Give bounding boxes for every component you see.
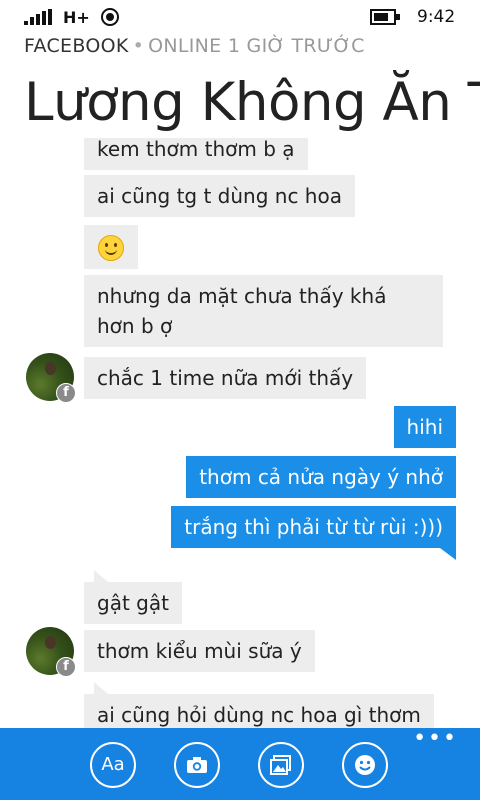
message-incoming[interactable]: ai cũng hỏi dùng nc hoa gì thơm — [84, 682, 434, 728]
message-incoming[interactable] — [84, 225, 138, 269]
message-text: kem thơm thơm b ạ — [97, 138, 295, 161]
message-text: nhưng da mặt chưa thấy khá hơn b ợ — [97, 284, 387, 338]
message-outgoing[interactable]: hihi — [393, 406, 456, 448]
font-icon: Aa — [101, 754, 125, 775]
message-text: thơm cả nửa ngày ý nhở — [199, 465, 443, 489]
message-text: gật gật — [97, 591, 169, 615]
facebook-badge-icon: f — [56, 383, 76, 403]
presence-status: ONLINE 1 GIỜ TRƯỚC — [148, 35, 365, 57]
contact-name: Lương Không Ăn T — [24, 72, 480, 133]
message-incoming[interactable]: nhưng da mặt chưa thấy khá hơn b ợ — [84, 275, 443, 347]
smiley-icon — [355, 755, 375, 775]
app-name: FACEBOOK — [24, 35, 129, 57]
emoji-button[interactable] — [342, 742, 388, 788]
message-incoming[interactable]: chắc 1 time nữa mới thấy — [84, 357, 367, 399]
message-outgoing[interactable]: thơm cả nửa ngày ý nhở — [186, 456, 456, 498]
contact-avatar[interactable]: f — [26, 353, 76, 403]
smiley-emoji-icon — [98, 234, 124, 261]
message-text: ai cũng hỏi dùng nc hoa gì thơm — [97, 703, 421, 727]
message-text: trắng thì phải từ từ rùi :))) — [184, 515, 443, 539]
facebook-badge-icon: f — [56, 657, 76, 677]
message-text: ai cũng tg t dùng nc hoa — [97, 184, 342, 208]
status-bar: H+ 9:42 — [0, 0, 480, 34]
conversation-subheader: FACEBOOK • ONLINE 1 GIỜ TRƯỚC — [24, 35, 365, 57]
message-incoming[interactable]: thơm kiểu mùi sữa ý — [84, 630, 315, 672]
contact-avatar[interactable]: f — [26, 627, 76, 677]
message-text: hihi — [406, 415, 443, 439]
message-list[interactable]: kem thơm thơm b ạ ai cũng tg t dùng nc h… — [0, 138, 480, 728]
message-text: thơm kiểu mùi sữa ý — [97, 639, 302, 663]
signal-strength-icon — [24, 9, 54, 25]
photo-icon — [270, 755, 291, 775]
message-incoming[interactable]: ai cũng tg t dùng nc hoa — [84, 175, 355, 217]
location-icon — [101, 8, 119, 26]
font-button[interactable]: Aa — [90, 742, 136, 788]
camera-button[interactable] — [174, 742, 220, 788]
message-incoming[interactable]: kem thơm thơm b ạ — [84, 138, 308, 170]
battery-icon — [370, 9, 400, 25]
photo-button[interactable] — [258, 742, 304, 788]
camera-icon — [187, 757, 207, 773]
network-type: H+ — [63, 8, 90, 27]
message-incoming[interactable]: gật gật — [84, 570, 182, 624]
clock: 9:42 — [417, 7, 456, 27]
more-options-button[interactable]: ••• — [413, 728, 458, 750]
separator: • — [132, 35, 145, 57]
message-outgoing[interactable]: trắng thì phải từ từ rùi :))) — [171, 506, 456, 560]
message-text: chắc 1 time nữa mới thấy — [97, 366, 354, 390]
app-bar: Aa ••• — [0, 728, 480, 800]
